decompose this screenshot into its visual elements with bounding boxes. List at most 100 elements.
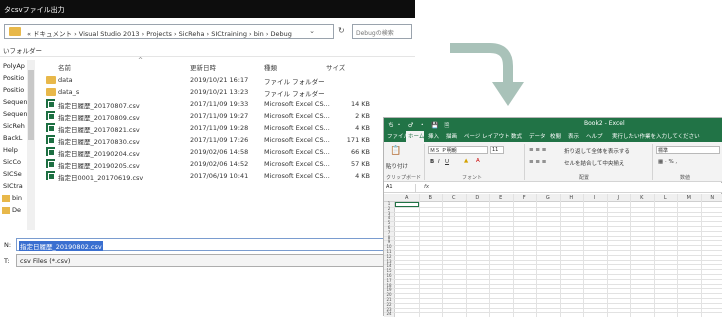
column-name[interactable]: 名前 [58,62,71,72]
file-row[interactable]: 指定日履歴_20190204.csv 2019/02/06 14:58 Micr… [38,147,415,158]
excel-file-icon [46,159,55,168]
underline-button[interactable]: U [445,159,449,165]
filename-value[interactable]: 指定日履歴_20190802.csv [19,241,103,251]
grid-hline [384,293,722,294]
filetype-row: T: csv Files (*.csv) [0,254,415,268]
column-header-l[interactable]: L [654,195,678,201]
book-title: Book2 - Excel [584,120,625,127]
column-header-n[interactable]: N [701,195,722,201]
file-name: 指定日0001_20170619.csv [58,172,143,182]
dialog-title: タcsvファイル出力 [0,0,415,18]
search-input[interactable]: Debugの検索 [352,24,412,39]
file-name: 指定日履歴_20170821.csv [58,124,140,134]
percent-icon[interactable]: ▦ · % , [658,159,677,165]
tab-page-layout[interactable]: ページ レイアウト [464,132,510,140]
file-row[interactable]: 指定日履歴_20170809.csv 2017/11/09 19:27 Micr… [38,111,415,122]
number-format-select[interactable]: 標準 [656,146,720,154]
merge-center-button[interactable]: セルを結合して中央揃え [564,159,624,167]
column-type[interactable]: 種類 [264,62,277,72]
grid-hline [384,221,722,222]
grid-hline [384,231,722,232]
file-row[interactable]: 指定日履歴_20170830.csv 2017/11/09 17:26 Micr… [38,135,415,146]
tab-formulas[interactable]: 数式 [511,132,522,140]
curved-arrow-icon [446,40,526,110]
grid-hline [384,288,722,289]
column-header-g[interactable]: G [536,195,560,201]
column-header-f[interactable]: F [513,195,537,201]
file-size: 66 KB [351,148,370,156]
column-header-e[interactable]: E [489,195,513,201]
worksheet-grid[interactable]: ABCDEFGHIJKLMN 1234567891011121314151617… [384,194,722,317]
tell-me-search[interactable]: 実行したい作業を入力してください [612,132,700,140]
tab-review[interactable]: 校閲 [550,132,561,140]
column-size[interactable]: サイズ [326,62,345,72]
file-type: Microsoft Excel CS... [264,112,330,120]
file-row[interactable]: data_s 2019/10/21 13:23 ファイル フォルダー [38,87,415,98]
file-row[interactable]: 指定日履歴_20170821.csv 2017/11/09 19:28 Micr… [38,123,415,134]
column-header-a[interactable]: A [395,195,419,201]
column-header-c[interactable]: C [442,195,466,201]
file-type: Microsoft Excel CS... [264,160,330,168]
column-date[interactable]: 更新日時 [190,62,216,72]
font-color-icon[interactable]: A [476,158,480,164]
tab-insert[interactable]: 挿入 [428,132,439,140]
grid-hline [384,226,722,227]
column-header-k[interactable]: K [630,195,654,201]
tab-draw[interactable]: 描画 [446,132,457,140]
grid-hline [384,274,722,275]
file-row[interactable]: 指定日履歴_20190205.csv 2019/02/06 14:52 Micr… [38,159,415,170]
file-type: Microsoft Excel CS... [264,100,330,108]
grid-hline [384,240,722,241]
bold-button[interactable]: B [430,159,434,165]
align-icon[interactable]: ≡ ≡ ≡ [529,159,546,165]
tab-home[interactable]: ホーム [408,132,424,140]
grid-hline [384,245,722,246]
scroll-thumb[interactable] [28,70,34,140]
file-size: 171 KB [347,136,370,144]
wrap-text-button[interactable]: 折り返して全体を表示する [564,147,630,155]
file-row[interactable]: 指定日履歴_20170807.csv 2017/11/09 19:33 Micr… [38,99,415,110]
font-size-select[interactable]: 11 [490,146,504,154]
tab-data[interactable]: データ [529,132,546,140]
address-path[interactable]: « ドキュメント › Visual Studio 2013 › Projects… [27,28,292,38]
italic-button[interactable]: I [438,159,440,165]
file-date: 2019/10/21 16:17 [190,76,248,84]
filetype-select[interactable]: csv Files (*.csv) [16,254,412,267]
paste-button[interactable]: 貼り付け [386,162,408,170]
chevron-down-icon[interactable]: ⌄ [309,27,315,35]
clipboard-icon[interactable]: 📋 [390,146,401,156]
column-header-m[interactable]: M [677,195,701,201]
column-header-h[interactable]: H [560,195,584,201]
column-header-i[interactable]: I [583,195,607,201]
column-header-d[interactable]: D [466,195,490,201]
selected-cell[interactable] [395,202,419,207]
fill-color-icon[interactable]: ▲ [464,158,468,164]
grid-hline [384,284,722,285]
nav-scrollbar[interactable] [27,60,35,230]
align-icon[interactable]: ≡ ≡ ≡ [529,147,546,153]
file-name: 指定日履歴_20170807.csv [58,100,140,110]
file-row[interactable]: data 2019/10/21 16:17 ファイル フォルダー [38,75,415,86]
group-alignment: 配置 [579,174,589,181]
excel-file-icon [46,99,55,108]
grid-hline [384,236,722,237]
group-clipboard: クリップボード [386,174,421,181]
file-size: 2 KB [355,112,370,120]
column-header-j[interactable]: J [607,195,631,201]
filename-input[interactable]: 指定日履歴_20190802.csv [16,238,412,251]
tab-file[interactable]: ファイル [387,132,409,140]
fx-icon[interactable]: fx [424,184,429,190]
grid-hline [384,207,722,208]
file-date: 2017/06/19 10:41 [190,172,248,180]
file-row[interactable]: 指定日0001_20170619.csv 2017/06/19 10:41 Mi… [38,171,415,182]
address-bar[interactable]: « ドキュメント › Visual Studio 2013 › Projects… [4,24,334,39]
file-type: Microsoft Excel CS... [264,124,330,132]
font-name-select[interactable]: ＭＳ Ｐ明朝 [428,146,488,154]
column-header-b[interactable]: B [419,195,443,201]
refresh-icon[interactable]: ↻ [338,26,345,35]
tab-help[interactable]: ヘルプ [586,132,603,140]
new-folder-button[interactable]: いフォルダー [3,45,42,55]
name-box[interactable]: A1 [386,184,416,192]
tab-view[interactable]: 表示 [568,132,579,140]
group-font: フォント [462,174,482,181]
